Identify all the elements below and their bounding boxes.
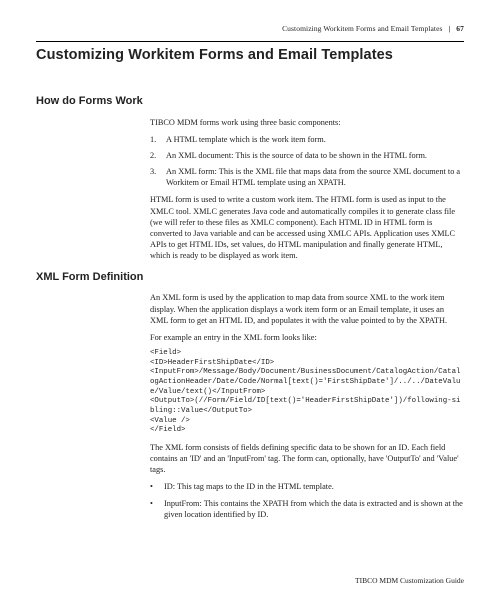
list-text: An XML document: This is the source of d… [166,150,427,161]
section-heading-xmlform: XML Form Definition [36,270,464,285]
components-list: 1.A HTML template which is the work item… [150,134,464,189]
list-text: An XML form: This is the XML file that m… [166,166,464,188]
bullet-icon: • [150,498,164,520]
xml-para3: The XML form consists of fields defining… [150,442,464,476]
chapter-title: Customizing Workitem Forms and Email Tem… [36,46,464,66]
footer-text: TIBCO MDM Customization Guide [355,576,464,586]
list-text: A HTML template which is the work item f… [166,134,326,145]
running-header: Customizing Workitem Forms and Email Tem… [36,24,464,34]
list-item: •InputFrom: This contains the XPATH from… [150,498,464,520]
rule-top [36,41,464,42]
list-item: 1.A HTML template which is the work item… [150,134,464,145]
xml-para1: An XML form is used by the application t… [150,292,464,326]
xml-para2: For example an entry in the XML form loo… [150,332,464,343]
header-separator: | [445,24,455,33]
list-item: •ID: This tag maps to the ID in the HTML… [150,481,464,492]
bullet-icon: • [150,481,164,492]
list-number: 1. [150,134,166,145]
field-bullets: •ID: This tag maps to the ID in the HTML… [150,481,464,520]
list-number: 2. [150,150,166,161]
bullet-text: InputFrom: This contains the XPATH from … [164,498,464,520]
list-item: 2.An XML document: This is the source of… [150,150,464,161]
code-block: <Field> <ID>HeaderFirstShipDate</ID> <In… [150,349,464,436]
section-body-forms: TIBCO MDM forms work using three basic c… [150,117,464,262]
explanation-paragraph: HTML form is used to write a custom work… [150,194,464,261]
intro-paragraph: TIBCO MDM forms work using three basic c… [150,117,464,128]
list-item: 3.An XML form: This is the XML file that… [150,166,464,188]
running-title: Customizing Workitem Forms and Email Tem… [282,24,442,33]
list-number: 3. [150,166,166,188]
page-number: 67 [456,24,464,33]
section-heading-forms: How do Forms Work [36,94,464,109]
bullet-text: ID: This tag maps to the ID in the HTML … [164,481,334,492]
section-body-xmlform: An XML form is used by the application t… [150,292,464,520]
